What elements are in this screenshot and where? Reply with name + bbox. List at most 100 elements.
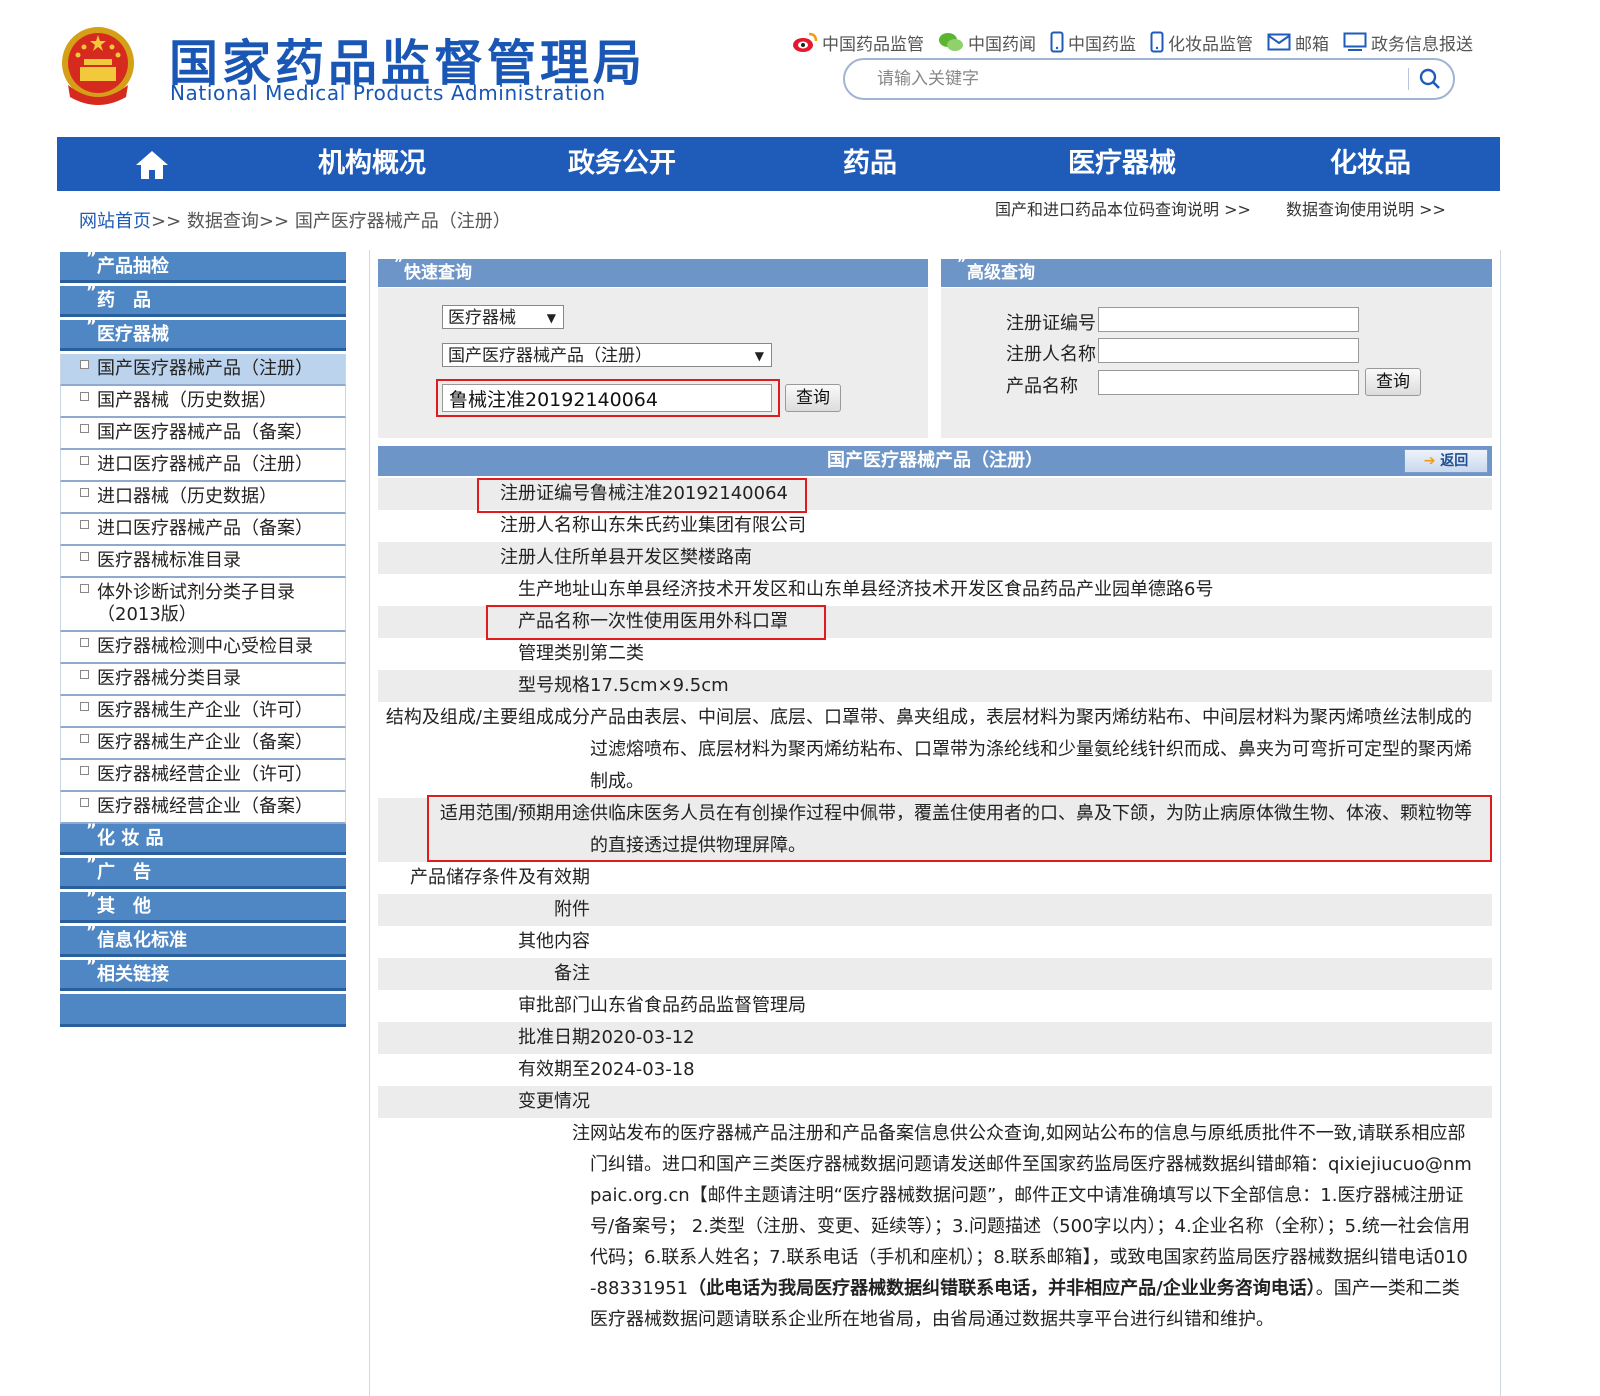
monitor-icon [1343, 32, 1367, 51]
nav-item-gov-affairs[interactable]: 政务公开 [568, 137, 676, 191]
top-link-label: 化妆品监管 [1168, 34, 1253, 55]
field-value: 第二类 [590, 643, 644, 664]
category-select[interactable]: 医疗器械 ▼ [442, 305, 564, 329]
product-name-label: 产品名称 [1006, 376, 1078, 397]
top-link-mail[interactable]: 邮箱 [1267, 30, 1329, 55]
sidebar-cat-cosmetics[interactable]: 化 妆 品 [60, 815, 346, 855]
mail-icon [1267, 33, 1291, 51]
data-query-help-link[interactable]: 数据查询使用说明 >> [1286, 200, 1446, 219]
field-label: 注册人名称 [500, 515, 590, 536]
search-icon[interactable] [1417, 66, 1443, 92]
top-link-report[interactable]: 政务信息报送 [1343, 30, 1473, 55]
sidebar: 产品抽检 药 品 医疗器械 国产医疗器械产品（注册） 国产器械（历史数据） 国产… [60, 243, 346, 1027]
advanced-search-button[interactable]: 查询 [1365, 368, 1421, 396]
sidebar-cat-related-links[interactable]: 相关链接 [60, 951, 346, 991]
sidebar-cat-info-standards[interactable]: 信息化标准 [60, 917, 346, 957]
field-value: 产品由表层、中间层、底层、口罩带、鼻夹组成，表层材料为聚丙烯纺粘布、中间层材料为… [590, 707, 1472, 792]
quick-query-panel: 医疗器械 ▼ 国产医疗器械产品（注册） ▼ 查询 [378, 288, 928, 438]
field-value: 2020-03-12 [590, 1027, 695, 1048]
sidebar-item-trade-license[interactable]: 医疗器械经营企业（许可） [60, 760, 346, 792]
sidebar-item-trade-filing[interactable]: 医疗器械经营企业（备案） [60, 792, 346, 824]
field-label: 有效期至 [518, 1059, 590, 1080]
sidebar-item-import-reg[interactable]: 进口医疗器械产品（注册） [60, 450, 346, 482]
sidebar-item-domestic-filing[interactable]: 国产医疗器械产品（备案） [60, 418, 346, 450]
back-label: 返回 [1440, 453, 1469, 469]
mobile-icon [1150, 31, 1164, 53]
top-links: 中国药品监管 中国药闻 中国药监 化妆品监管 邮箱 政务信息报送 [792, 28, 1473, 56]
field-label: 生产地址 [518, 579, 590, 600]
table-row: 注册人名称 山东朱氏药业集团有限公司 [378, 510, 1492, 542]
table-row: 型号规格 17.5cm×9.5cm [378, 670, 1492, 702]
product-name-input[interactable] [1098, 370, 1359, 395]
home-icon[interactable] [135, 149, 169, 181]
breadcrumb-data-query[interactable]: 数据查询 [187, 211, 259, 232]
disclaimer-bold: （此电话为我局医疗器械数据纠错联系电话，并非相应产品/企业业务咨询电话） [688, 1278, 1316, 1299]
note-label: 注 [572, 1123, 590, 1144]
breadcrumb-current: 国产医疗器械产品（注册） [294, 211, 511, 232]
reg-number-input[interactable] [1098, 307, 1359, 332]
site-search [843, 58, 1455, 100]
sidebar-item-mfg-license[interactable]: 医疗器械生产企业（许可） [60, 696, 346, 728]
field-label: 备注 [554, 963, 590, 984]
search-divider [1408, 68, 1409, 90]
sidebar-item-test-center[interactable]: 医疗器械检测中心受检目录 [60, 632, 346, 664]
table-row: 审批部门 山东省食品药品监督管理局 [378, 990, 1492, 1022]
sidebar-item-domestic-reg[interactable]: 国产医疗器械产品（注册） [60, 354, 346, 386]
sidebar-item-standards[interactable]: 医疗器械标准目录 [60, 546, 346, 578]
sidebar-item-import-filing[interactable]: 进口医疗器械产品（备案） [60, 514, 346, 546]
sidebar-cat-other[interactable]: 其 他 [60, 883, 346, 923]
sidebar-cat-product-sampling[interactable]: 产品抽检 [60, 243, 346, 283]
table-row: 产品储存条件及有效期 [378, 862, 1492, 894]
table-row: 注册人住所 单县开发区樊楼路南 [378, 542, 1492, 574]
breadcrumb-home[interactable]: 网站首页 [79, 211, 151, 232]
database-select-value: 国产医疗器械产品（注册） [448, 346, 652, 366]
national-emblem-logo [62, 27, 134, 105]
owner-name-input[interactable] [1098, 338, 1359, 363]
arrow-right-icon: ➔ [1423, 453, 1441, 469]
field-value: 单县开发区樊楼路南 [590, 547, 752, 568]
back-button[interactable]: ➔ 返回 [1404, 449, 1488, 473]
chevron-down-icon: ▼ [546, 311, 556, 325]
main-content: 快速查询 医疗器械 ▼ 国产医疗器械产品（注册） ▼ 查询 高级查询 注册证编号 注… [369, 250, 1501, 1396]
field-value: 17.5cm×9.5cm [590, 675, 729, 696]
sidebar-item-ivd-catalog[interactable]: 体外诊断试剂分类子目录（2013版） [60, 578, 346, 632]
field-label: 变更情况 [518, 1091, 590, 1112]
search-input[interactable] [875, 66, 1399, 92]
sidebar-item-domestic-history[interactable]: 国产器械（历史数据） [60, 386, 346, 418]
nav-item-drugs[interactable]: 药品 [843, 137, 897, 191]
highlight-box [436, 379, 780, 417]
sidebar-item-import-history[interactable]: 进口器械（历史数据） [60, 482, 346, 514]
site-subtitle: National Medical Products Administration [170, 81, 606, 105]
highlight-box [486, 605, 826, 640]
nav-item-devices[interactable]: 医疗器械 [1068, 137, 1176, 191]
sidebar-cat-drugs[interactable]: 药 品 [60, 277, 346, 317]
sidebar-item-mfg-filing[interactable]: 医疗器械生产企业（备案） [60, 728, 346, 760]
field-label: 批准日期 [518, 1027, 590, 1048]
advanced-query-header: 高级查询 [941, 250, 1492, 287]
field-value [590, 894, 1492, 926]
top-link-wechat[interactable]: 中国药闻 [938, 30, 1036, 55]
field-label: 管理类别 [518, 643, 590, 664]
field-value [590, 926, 1492, 958]
database-select[interactable]: 国产医疗器械产品（注册） ▼ [442, 343, 772, 367]
field-label: 型号规格 [518, 675, 590, 696]
help-links: 国产和进口药品本位码查询说明 >> 数据查询使用说明 >> [995, 196, 1476, 220]
field-label: 产品储存条件及有效期 [410, 867, 590, 888]
top-link-weibo[interactable]: 中国药品监管 [792, 30, 924, 55]
quick-search-button[interactable]: 查询 [785, 384, 841, 412]
table-row: 管理类别 第二类 [378, 638, 1492, 670]
code-query-help-link[interactable]: 国产和进口药品本位码查询说明 >> [995, 200, 1251, 219]
disclaimer-part1: 网站发布的医疗器械产品注册和产品备案信息供公众查询,如网站公布的信息与原纸质批件… [590, 1123, 1472, 1299]
sidebar-cat-devices[interactable]: 医疗器械 [60, 311, 346, 351]
nav-item-cosmetics[interactable]: 化妆品 [1330, 137, 1411, 191]
result-header: 国产医疗器械产品（注册） ➔ 返回 [378, 446, 1492, 476]
sidebar-cat-ads[interactable]: 广 告 [60, 849, 346, 889]
top-link-mobile-drug[interactable]: 中国药监 [1050, 30, 1136, 55]
field-label: 注册人住所 [500, 547, 590, 568]
nav-item-about[interactable]: 机构概况 [318, 137, 426, 191]
wechat-icon [939, 33, 963, 51]
breadcrumb-separator: >> [258, 211, 290, 232]
table-row: 生产地址 山东单县经济技术开发区和山东单县经济技术开发区食品药品产业园单德路6号 [378, 574, 1492, 606]
top-link-mobile-cosmetics[interactable]: 化妆品监管 [1150, 30, 1253, 55]
sidebar-item-classification[interactable]: 医疗器械分类目录 [60, 664, 346, 696]
